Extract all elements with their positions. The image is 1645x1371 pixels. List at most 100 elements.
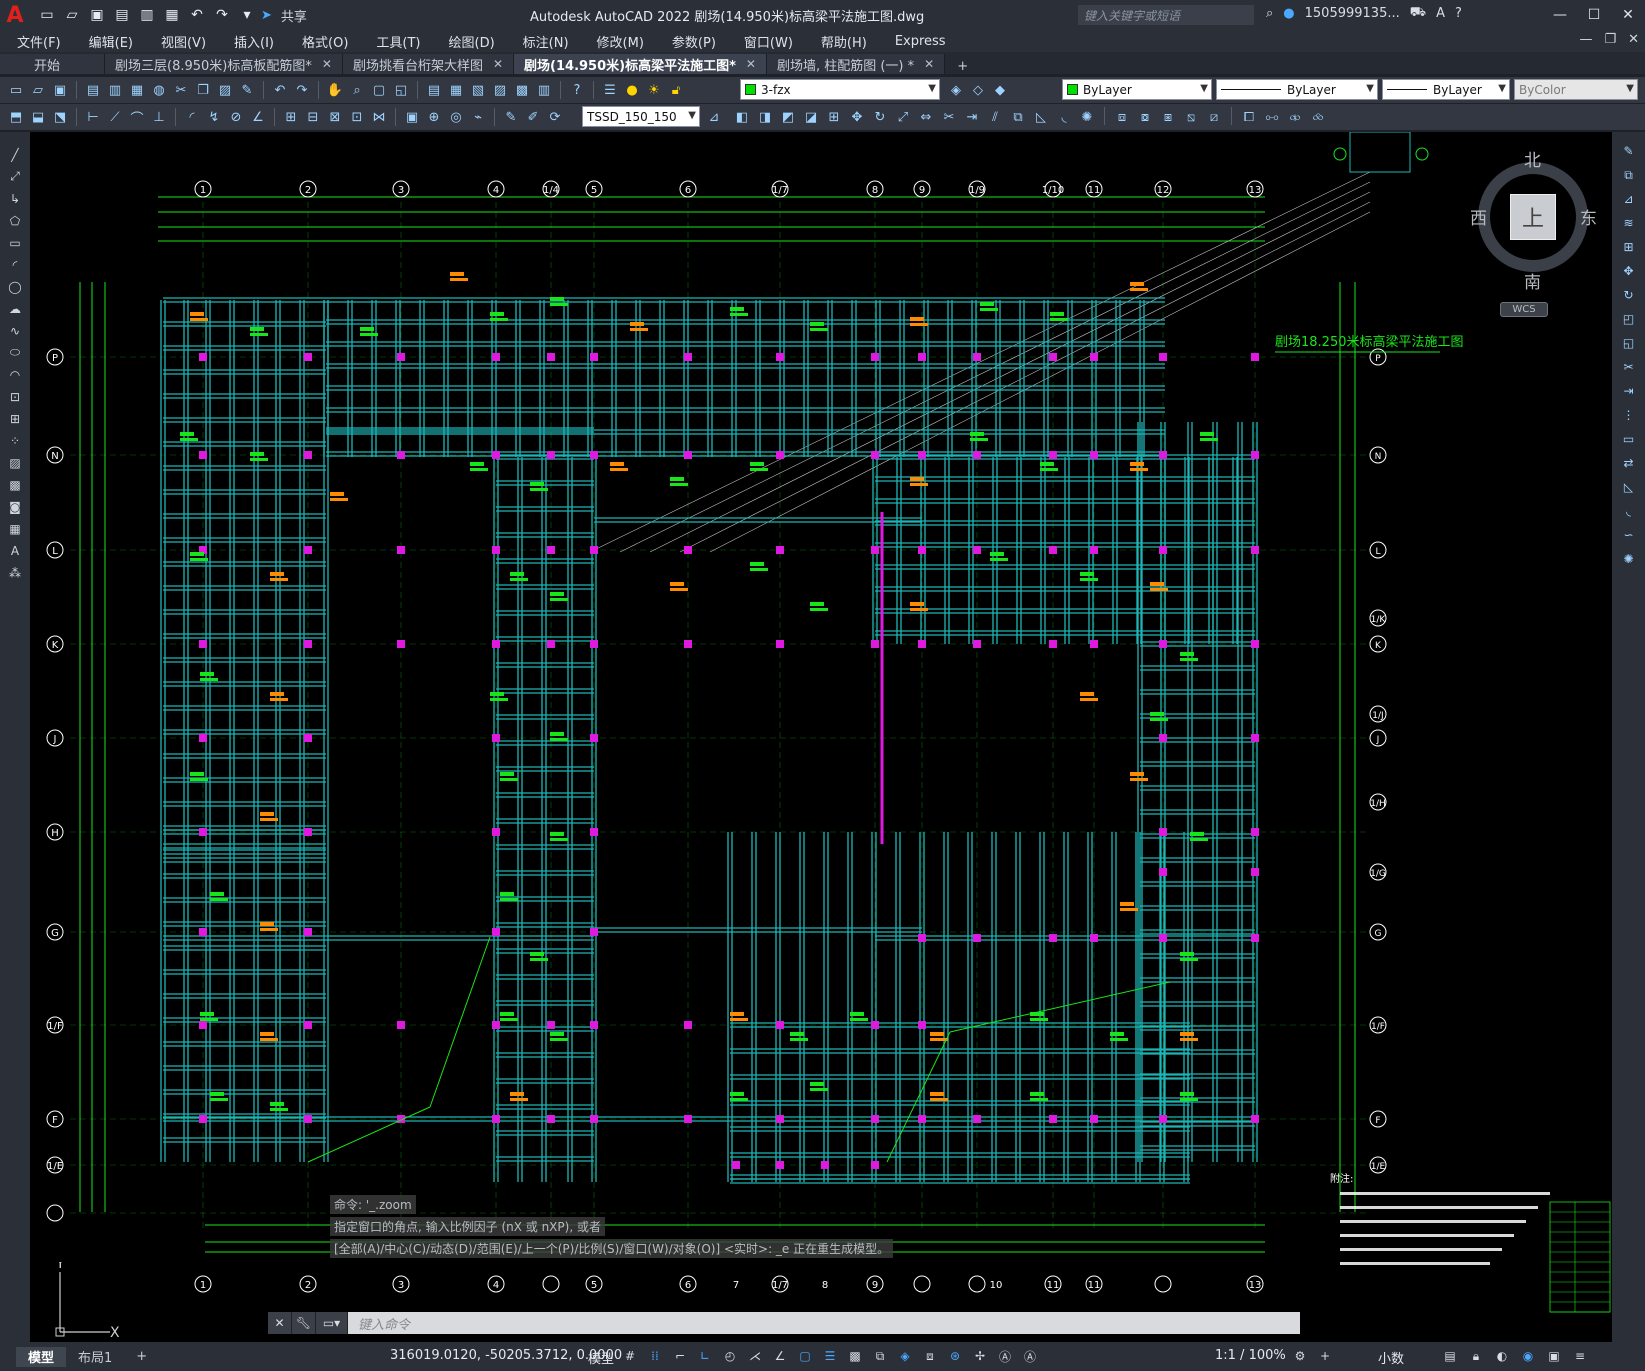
layer-select[interactable]: 3-fzx ▼: [740, 79, 940, 100]
blend-icon[interactable]: ∽: [1619, 526, 1639, 544]
dynamic-ucs-icon[interactable]: ⧈: [920, 1346, 940, 1366]
tab-close-icon[interactable]: ✕: [493, 57, 503, 71]
dim-radius-icon[interactable]: ◜: [182, 107, 202, 127]
undo-icon[interactable]: ↶: [186, 5, 208, 25]
customization-icon[interactable]: ≡: [1570, 1346, 1590, 1366]
compass-north[interactable]: 北: [1524, 146, 1541, 171]
open-file-icon[interactable]: ▱: [28, 80, 48, 100]
stretch-icon[interactable]: ⇔: [916, 107, 936, 127]
annotation-scale[interactable]: 1:1 / 100%: [1215, 1348, 1286, 1363]
group-select-icon[interactable]: ⧝: [1308, 107, 1328, 127]
offset-icon[interactable]: ≋: [1619, 214, 1639, 232]
dim-break-icon[interactable]: ⋈: [369, 107, 389, 127]
layer-properties-icon[interactable]: ☰: [600, 80, 620, 100]
mtext-icon[interactable]: A: [5, 542, 25, 559]
print-icon[interactable]: ▤: [83, 80, 103, 100]
dim-space-icon[interactable]: ⊡: [347, 107, 367, 127]
plotstyle-select[interactable]: ByColor ▼: [1514, 79, 1638, 100]
minimize-icon[interactable]: —: [1543, 0, 1577, 30]
arc-icon[interactable]: ◜: [5, 256, 25, 273]
ellipse-arc-icon[interactable]: ◠: [5, 366, 25, 383]
help-icon[interactable]: ?: [567, 80, 587, 100]
tool-a-icon[interactable]: ⬒: [6, 107, 26, 127]
offset-icon[interactable]: ◪: [801, 107, 821, 127]
clean-screen-icon[interactable]: ▣: [1544, 1346, 1564, 1366]
drawing-canvas[interactable]: 1 2 3 4 1/4 5 6 1/7 8 9 1/9 1/10 11 12 13 1 2 3 4 5 6 7 1/7 8 9 1…: [30, 132, 1612, 1342]
layer-on-icon[interactable]: ●: [622, 80, 642, 100]
dropdown-icon[interactable]: ▾: [236, 5, 258, 25]
copy-icon[interactable]: ⧉: [1619, 166, 1639, 184]
designcenter-icon[interactable]: ▦: [446, 80, 466, 100]
tab-beam-plan[interactable]: 剧场(14.950米)标高梁平法施工图* ✕: [514, 54, 767, 74]
matchprop-icon[interactable]: ✎: [237, 80, 257, 100]
layer-state-icon[interactable]: ◆: [990, 80, 1010, 100]
tab-model[interactable]: 模型: [16, 1346, 67, 1367]
user-name[interactable]: 1505999135...: [1305, 6, 1400, 21]
make-current-icon[interactable]: ◈: [946, 80, 966, 100]
isodraft-icon[interactable]: ⋌: [745, 1346, 765, 1366]
osnap-icon[interactable]: ▢: [795, 1346, 815, 1366]
draworder-back-icon[interactable]: ⧇: [1135, 107, 1155, 127]
doc-minimize-icon[interactable]: —: [1579, 32, 1592, 47]
preview-icon[interactable]: ▥: [105, 80, 125, 100]
polyline-icon[interactable]: ↳: [5, 190, 25, 207]
annotation-monitor-icon[interactable]: +: [1315, 1346, 1335, 1366]
spline-icon[interactable]: ∿: [5, 322, 25, 339]
a360-icon[interactable]: A: [1436, 6, 1445, 21]
redo-icon[interactable]: ↷: [211, 5, 233, 25]
save-icon[interactable]: ▣: [86, 5, 108, 25]
dim-angular-icon[interactable]: ∠: [248, 107, 268, 127]
tab-layout1[interactable]: 布局1: [66, 1347, 124, 1367]
compass-south[interactable]: 南: [1524, 268, 1541, 293]
save-file-icon[interactable]: ▣: [50, 80, 70, 100]
add-layout-icon[interactable]: +: [124, 1347, 159, 1367]
lineweight-select[interactable]: ByLayer ▼: [1382, 79, 1510, 100]
group-edit-icon[interactable]: ⧞: [1285, 107, 1305, 127]
wcs-menu-button[interactable]: WCS: [1500, 302, 1548, 317]
cart-icon[interactable]: ⛟: [1410, 5, 1426, 22]
tab-truss-detail[interactable]: 剧场挑看台桁架大样图 ✕: [342, 54, 515, 74]
menu-insert[interactable]: 插入(I): [217, 32, 285, 51]
hatch-icon[interactable]: ▨: [5, 454, 25, 471]
rotate-icon[interactable]: ↻: [870, 107, 890, 127]
menu-tools[interactable]: 工具(T): [359, 32, 431, 51]
point-icon[interactable]: ⁘: [5, 432, 25, 449]
center-mark-icon[interactable]: ⊕: [424, 107, 444, 127]
menu-draw[interactable]: 绘图(D): [432, 32, 506, 51]
snap-icon[interactable]: ⁞⁞: [645, 1346, 665, 1366]
join-icon[interactable]: ⧉: [1008, 107, 1028, 127]
copy-icon[interactable]: ❐: [193, 80, 213, 100]
search-icon[interactable]: ⌕: [1266, 6, 1273, 21]
compass-east[interactable]: 东: [1580, 204, 1597, 229]
ungroup-icon[interactable]: ⧟: [1262, 107, 1282, 127]
cut-icon[interactable]: ✂: [171, 80, 191, 100]
menu-dimension[interactable]: 标注(N): [506, 32, 580, 51]
break-at-point-icon[interactable]: ⋮: [1619, 406, 1639, 424]
open-icon[interactable]: ▱: [61, 5, 83, 25]
pan-icon[interactable]: ✋: [325, 80, 345, 100]
menu-window[interactable]: 窗口(W): [727, 32, 804, 51]
color-select[interactable]: ByLayer ▼: [1062, 79, 1212, 100]
make-block-icon[interactable]: ⊞: [5, 410, 25, 427]
tab-wall-column[interactable]: 剧场墙, 柱配筋图 (一) * ✕: [766, 54, 946, 74]
baseline-icon[interactable]: ⊟: [303, 107, 323, 127]
share-button[interactable]: 共享: [281, 6, 307, 25]
autocad-logo-icon[interactable]: A: [0, 0, 30, 30]
selection-cycling-icon[interactable]: ⧉: [870, 1346, 890, 1366]
annotation-visibility-icon[interactable]: Ⓐ: [995, 1346, 1015, 1366]
break-icon[interactable]: ⫽: [985, 107, 1005, 127]
dim-arc-icon[interactable]: ⌒: [127, 107, 147, 127]
menu-help[interactable]: 帮助(H): [804, 32, 878, 51]
undo-icon[interactable]: ↶: [270, 80, 290, 100]
revcloud-icon[interactable]: ☁: [5, 300, 25, 317]
explode-icon[interactable]: ✺: [1619, 550, 1639, 568]
gizmo-icon[interactable]: ✢: [970, 1346, 990, 1366]
command-input[interactable]: 键入命令: [348, 1314, 410, 1333]
zoom-previous-icon[interactable]: ◱: [391, 80, 411, 100]
mirror-icon[interactable]: ◩: [778, 107, 798, 127]
units-selector[interactable]: 小数: [1378, 1348, 1404, 1367]
menu-parametric[interactable]: 参数(P): [655, 32, 727, 51]
markup-icon[interactable]: ▩: [512, 80, 532, 100]
line-icon[interactable]: ╱: [5, 146, 25, 163]
dim-linear-icon[interactable]: ⊢: [83, 107, 103, 127]
